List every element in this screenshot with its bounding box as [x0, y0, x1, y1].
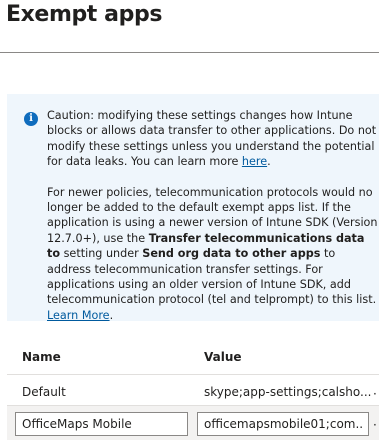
info-icon: i	[24, 112, 38, 126]
telecom-text-b: setting under	[60, 247, 143, 261]
telecom-end: .	[109, 308, 114, 322]
row-default-name: Default	[22, 385, 66, 399]
header-divider	[7, 374, 379, 375]
row-default-more-icon[interactable]: ·	[373, 388, 377, 400]
telecom-paragraph: For newer policies, telecommunication pr…	[47, 185, 379, 324]
caution-end: .	[267, 155, 271, 169]
caution-text: Caution: modifying these settings change…	[47, 109, 377, 169]
info-notice: i Caution: modifying these settings chan…	[7, 94, 379, 324]
title-divider	[0, 52, 379, 53]
send-org-data-setting-name: Send org data to other apps	[142, 247, 321, 261]
app-value-input[interactable]	[197, 412, 369, 436]
name-column-header: Name	[22, 350, 61, 364]
learn-more-here-link[interactable]: here	[242, 155, 267, 168]
app-name-input[interactable]	[15, 412, 188, 436]
value-column-header: Value	[204, 350, 242, 364]
page-title: Exempt apps	[6, 2, 163, 27]
row-default-value: skype;app-settings;calsho...	[204, 385, 372, 399]
row-more-icon[interactable]: ·	[373, 419, 377, 431]
learn-more-link[interactable]: Learn More	[47, 309, 110, 322]
caution-paragraph: Caution: modifying these settings change…	[47, 108, 379, 170]
